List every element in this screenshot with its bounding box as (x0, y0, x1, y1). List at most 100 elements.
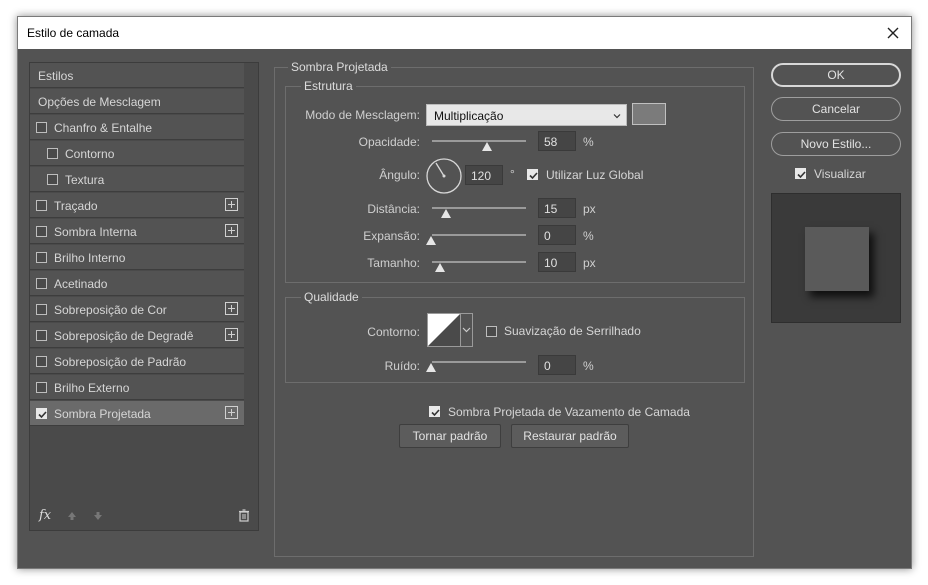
preview-label: Visualizar (814, 167, 866, 181)
style-item-label: Brilho Externo (54, 381, 130, 395)
style-checkbox[interactable] (36, 200, 47, 211)
spread-input[interactable]: 0 (538, 225, 576, 245)
noise-label: Ruído: (384, 359, 420, 373)
trash-icon[interactable] (238, 509, 250, 525)
size-slider-thumb[interactable] (435, 263, 445, 272)
style-item-label: Sobreposição de Padrão (54, 355, 187, 369)
make-default-button[interactable]: Tornar padrão (399, 424, 501, 448)
size-slider[interactable] (432, 261, 526, 263)
style-item-sobreposicao-de-degrade[interactable]: Sobreposição de Degradê (30, 323, 244, 348)
style-item-label: Acetinado (54, 277, 108, 291)
style-item-sobreposicao-de-padrao[interactable]: Sobreposição de Padrão (30, 349, 244, 374)
style-checkbox[interactable] (47, 148, 58, 159)
antialias-label: Suavização de Serrilhado (504, 324, 641, 338)
add-icon[interactable] (225, 328, 238, 341)
style-item-chanfro-entalhe[interactable]: Chanfro & Entalhe (30, 115, 244, 140)
spread-slider-thumb[interactable] (426, 236, 436, 245)
style-checkbox[interactable] (36, 226, 47, 237)
styles-scrollbar[interactable] (244, 63, 258, 530)
noise-slider-thumb[interactable] (426, 363, 436, 372)
add-icon[interactable] (225, 198, 238, 211)
style-item-label: Sobreposição de Degradê (54, 329, 194, 343)
cancel-button[interactable]: Cancelar (771, 97, 901, 121)
style-checkbox[interactable] (36, 356, 47, 367)
opacity-unit: % (583, 135, 594, 149)
blend-mode-label: Modo de Mesclagem: (305, 108, 420, 122)
dialog-title: Estilo de camada (27, 26, 120, 40)
style-checkbox[interactable] (36, 278, 47, 289)
style-item-label: Sombra Interna (54, 225, 137, 239)
style-checkbox[interactable] (36, 304, 47, 315)
opacity-label: Opacidade: (358, 135, 420, 149)
structure-group: Estrutura Modo de Mesclagem: Multiplicaç… (285, 79, 745, 283)
add-icon[interactable] (225, 302, 238, 315)
style-item-opcoes-de-mesclagem[interactable]: Opções de Mesclagem (30, 89, 244, 114)
move-up-icon[interactable] (66, 510, 78, 522)
style-checkbox[interactable] (36, 382, 47, 393)
style-item-label: Sombra Projetada (54, 407, 151, 421)
shadow-color-swatch[interactable] (632, 103, 666, 125)
knockout-checkbox[interactable] (429, 406, 440, 417)
spread-slider[interactable] (432, 234, 526, 236)
styles-list-panel: Estilos Opções de Mesclagem Chanfro & Enta… (29, 62, 259, 531)
structure-title: Estrutura (301, 79, 356, 93)
ok-button[interactable]: OK (771, 63, 901, 87)
noise-input[interactable]: 0 (538, 355, 576, 375)
distance-label: Distância: (367, 202, 420, 216)
chevron-down-icon (462, 327, 471, 333)
fx-button[interactable]: fx (39, 508, 51, 523)
opacity-slider-thumb[interactable] (482, 142, 492, 151)
distance-slider-thumb[interactable] (441, 209, 451, 218)
style-item-tracado[interactable]: Traçado (30, 193, 244, 218)
add-icon[interactable] (225, 406, 238, 419)
blend-mode-select[interactable]: Multiplicação (426, 104, 627, 126)
noise-slider[interactable] (432, 361, 526, 363)
style-checkbox[interactable] (36, 122, 47, 133)
reset-default-button[interactable]: Restaurar padrão (511, 424, 629, 448)
add-icon[interactable] (225, 224, 238, 237)
angle-dial[interactable] (426, 158, 462, 194)
style-item-brilho-externo[interactable]: Brilho Externo (30, 375, 244, 400)
size-unit: px (583, 256, 596, 270)
opacity-input[interactable]: 58 (538, 131, 576, 151)
angle-input[interactable]: 120 (465, 165, 503, 185)
style-item-textura[interactable]: Textura (30, 167, 244, 192)
chevron-down-icon (612, 110, 622, 124)
style-item-estilos[interactable]: Estilos (30, 63, 244, 88)
quality-title: Qualidade (301, 290, 362, 304)
knockout-label: Sombra Projetada de Vazamento de Camada (448, 405, 690, 419)
style-item-sombra-projetada[interactable]: Sombra Projetada (30, 401, 244, 426)
antialias-checkbox[interactable] (486, 326, 497, 337)
style-item-label: Contorno (65, 147, 115, 161)
style-checkbox[interactable] (47, 174, 58, 185)
style-checkbox[interactable] (36, 252, 47, 263)
close-icon[interactable] (881, 21, 905, 45)
contour-dropdown[interactable] (461, 313, 473, 347)
quality-group: Qualidade Contorno: Suavização de Serril… (285, 290, 745, 383)
size-label: Tamanho: (367, 256, 420, 270)
drop-shadow-group: Sombra Projetada Estrutura Modo de Mescl… (274, 60, 754, 557)
style-item-label: Opções de Mesclagem (38, 95, 161, 109)
distance-unit: px (583, 202, 596, 216)
spread-unit: % (583, 229, 594, 243)
distance-input[interactable]: 15 (538, 198, 576, 218)
style-item-brilho-interno[interactable]: Brilho Interno (30, 245, 244, 270)
style-checkbox[interactable] (36, 408, 47, 419)
style-item-contorno[interactable]: Contorno (30, 141, 244, 166)
preview-checkbox[interactable] (795, 168, 806, 179)
spread-label: Expansão: (363, 229, 420, 243)
layer-style-dialog: Estilo de camada Estilos Opções de Mescla… (17, 16, 912, 569)
style-item-acetinado[interactable]: Acetinado (30, 271, 244, 296)
size-input[interactable]: 10 (538, 252, 576, 272)
move-down-icon[interactable] (92, 510, 104, 522)
contour-preview[interactable] (427, 313, 461, 347)
style-item-label: Traçado (54, 199, 98, 213)
opacity-slider[interactable] (432, 140, 526, 142)
global-light-checkbox[interactable] (527, 169, 538, 180)
title-bar: Estilo de camada (18, 17, 911, 49)
style-checkbox[interactable] (36, 330, 47, 341)
styles-footer: fx (30, 502, 258, 530)
style-item-sombra-interna[interactable]: Sombra Interna (30, 219, 244, 244)
style-item-sobreposicao-de-cor[interactable]: Sobreposição de Cor (30, 297, 244, 322)
new-style-button[interactable]: Novo Estilo... (771, 132, 901, 156)
